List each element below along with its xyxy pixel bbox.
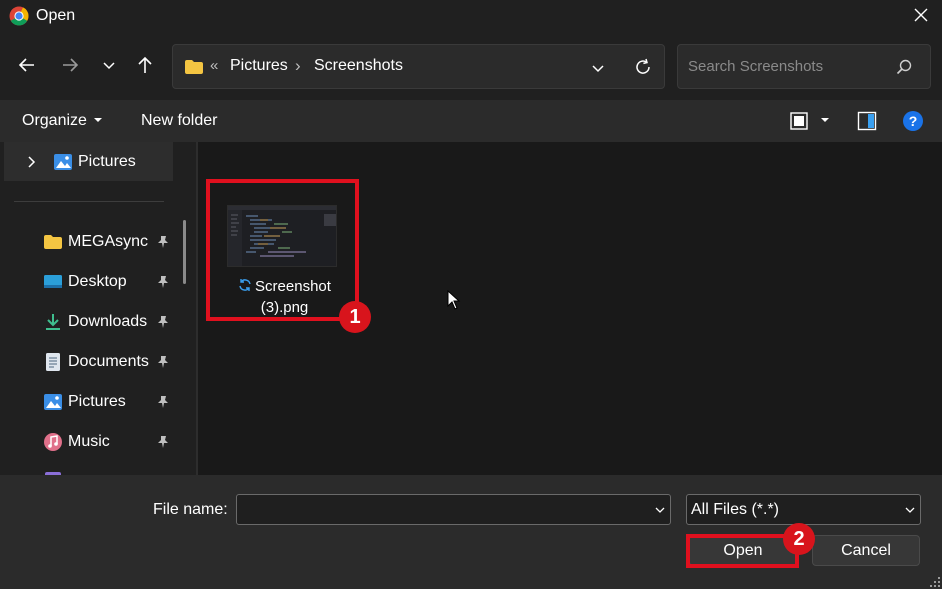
new-folder-button[interactable]: New folder <box>141 112 217 130</box>
help-icon[interactable]: ? <box>902 110 924 132</box>
sidebar-item-label: Documents <box>68 353 149 370</box>
arrow-up-icon <box>138 56 152 73</box>
pin-icon[interactable] <box>156 395 170 409</box>
file-name-input[interactable] <box>236 494 671 525</box>
sidebar-item-downloads[interactable]: Downloads <box>0 304 190 340</box>
breadcrumb-pictures[interactable]: Pictures <box>230 57 288 75</box>
back-button[interactable] <box>14 52 40 78</box>
sidebar-item-desktop[interactable]: Desktop <box>0 264 190 300</box>
sidebar-item-label: Downloads <box>68 313 148 330</box>
cancel-button[interactable]: Cancel <box>812 535 920 566</box>
search-icon <box>896 59 912 75</box>
folder-icon <box>44 235 62 249</box>
arrow-left-icon <box>18 58 34 72</box>
preview-pane-icon[interactable] <box>857 111 877 131</box>
caret-down-icon[interactable] <box>819 115 831 125</box>
pictures-icon <box>54 154 72 170</box>
folder-icon <box>185 60 203 74</box>
close-icon[interactable] <box>908 4 934 28</box>
pin-icon[interactable] <box>156 275 170 289</box>
recent-locations-button[interactable] <box>96 52 122 78</box>
organize-label: Organize <box>22 112 87 129</box>
breadcrumb-separator[interactable]: › <box>295 56 301 76</box>
organize-button[interactable]: Organize <box>22 112 103 130</box>
breadcrumb-screenshots[interactable]: Screenshots <box>314 57 403 75</box>
search-box[interactable]: Search Screenshots <box>677 44 931 89</box>
address-overflow[interactable]: « <box>210 57 218 74</box>
music-icon <box>44 433 62 451</box>
sidebar-item-pictures-root[interactable]: Pictures <box>4 142 173 181</box>
file-type-value: All Files (*.*) <box>691 501 780 518</box>
documents-icon <box>46 353 60 371</box>
sidebar-item-label: MEGAsync <box>68 233 149 250</box>
chevron-down-icon[interactable] <box>654 504 666 516</box>
forward-button[interactable] <box>57 52 83 78</box>
command-toolbar: Organize New folder ? <box>0 100 942 142</box>
sidebar-item-documents[interactable]: Documents <box>0 344 190 380</box>
address-bar[interactable]: « Pictures › Screenshots <box>172 44 665 89</box>
search-input[interactable]: Search Screenshots <box>688 58 823 75</box>
mouse-cursor-icon <box>447 290 461 310</box>
sidebar-item-music[interactable]: Music <box>0 424 190 460</box>
svg-text:?: ? <box>909 113 918 129</box>
annotation-badge-1: 1 <box>339 301 371 333</box>
annotation-badge-2: 2 <box>783 523 815 555</box>
file-type-select[interactable]: All Files (*.*) <box>686 494 921 525</box>
sidebar-item-pictures[interactable]: Pictures <box>0 384 190 420</box>
sidebar-item-label: Pictures <box>68 393 126 410</box>
window-title: Open <box>36 7 76 24</box>
up-button[interactable] <box>132 52 158 78</box>
chevron-right-icon[interactable] <box>26 155 38 169</box>
pin-icon[interactable] <box>156 435 170 449</box>
sidebar-item-label: Music <box>68 433 110 450</box>
navigation-pane: Pictures MEGAsync Desktop Downloads Docu… <box>0 142 196 475</box>
address-dropdown-icon[interactable] <box>590 60 606 76</box>
pin-icon[interactable] <box>156 355 170 369</box>
caret-down-icon <box>94 118 103 122</box>
pin-icon[interactable] <box>156 235 170 249</box>
sidebar-scrollbar[interactable] <box>183 220 186 284</box>
sidebar-item-label: Desktop <box>68 273 127 290</box>
desktop-icon <box>44 275 62 288</box>
refresh-icon[interactable] <box>633 57 653 77</box>
annotation-highlight-file <box>206 179 359 321</box>
arrow-right-icon <box>63 58 79 72</box>
sidebar-item-label: Pictures <box>78 153 136 170</box>
pin-icon[interactable] <box>156 315 170 329</box>
view-mode-icon[interactable] <box>789 111 809 131</box>
sidebar-item-megasync[interactable]: MEGAsync <box>0 224 190 260</box>
resize-grip-icon[interactable] <box>929 576 941 588</box>
title-bar: Open <box>0 0 942 32</box>
chrome-icon <box>9 6 29 26</box>
chevron-down-icon <box>103 62 115 70</box>
pictures-icon <box>44 394 62 410</box>
sidebar-divider <box>14 201 164 202</box>
download-icon <box>46 314 60 330</box>
chevron-down-icon <box>905 507 915 513</box>
navigation-bar: « Pictures › Screenshots Search Screensh… <box>0 32 942 100</box>
file-name-label: File name: <box>153 501 228 518</box>
